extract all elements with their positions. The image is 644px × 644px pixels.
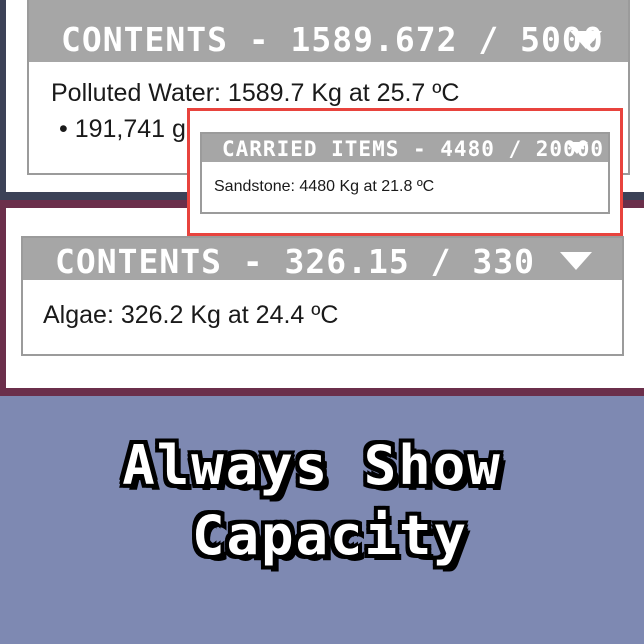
collapse-chevron-icon[interactable] — [566, 142, 588, 154]
caption-line-1: Always Show — [122, 434, 502, 497]
carried-items-panel: CARRIED ITEMS - 4480 / 20000 Sandstone: … — [200, 132, 610, 214]
carried-items-header[interactable]: CARRIED ITEMS - 4480 / 20000 — [202, 134, 608, 162]
contents-title-top: CONTENTS - 1589.672 / 5000 — [61, 20, 604, 59]
contents-panel-middle: CONTENTS - 326.15 / 330 Algae: 326.2 Kg … — [21, 236, 624, 356]
contents-header-top[interactable]: CONTENTS - 1589.672 / 5000 — [29, 0, 628, 62]
content-line-sandstone: Sandstone: 4480 Kg at 21.8 ºC — [214, 178, 435, 195]
content-line-algae: Algae: 326.2 Kg at 24.4 ºC — [43, 301, 339, 329]
collapse-chevron-icon[interactable] — [570, 31, 602, 49]
caption-line-2: Capacity — [191, 504, 469, 567]
content-line-germs: • 191,741 g — [59, 115, 186, 143]
carried-items-highlight: CARRIED ITEMS - 4480 / 20000 Sandstone: … — [187, 108, 623, 236]
contents-header-middle[interactable]: CONTENTS - 326.15 / 330 — [23, 238, 622, 280]
content-line-polluted-water: Polluted Water: 1589.7 Kg at 25.7 ºC — [51, 79, 460, 107]
carried-items-title: CARRIED ITEMS - 4480 / 20000 — [222, 137, 605, 161]
contents-title-middle: CONTENTS - 326.15 / 330 — [55, 242, 535, 280]
collapse-chevron-icon[interactable] — [560, 252, 592, 270]
